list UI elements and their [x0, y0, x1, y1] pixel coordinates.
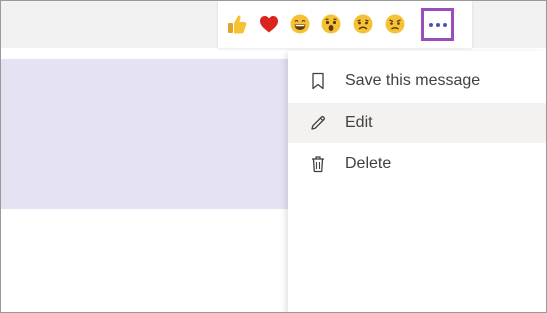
- reaction-bar: [218, 1, 472, 48]
- laughing-face-icon: [290, 14, 310, 34]
- angry-reaction-button[interactable]: [384, 13, 406, 35]
- more-options-icon: [428, 22, 447, 27]
- angry-face-icon: [385, 14, 405, 34]
- sad-reaction-button[interactable]: [352, 13, 374, 35]
- message-bubble[interactable]: [1, 59, 297, 209]
- like-reaction-button[interactable]: [226, 13, 248, 35]
- pencil-icon: [308, 113, 328, 133]
- menu-item-label: Save this message: [345, 72, 481, 89]
- heart-reaction-button[interactable]: [258, 13, 280, 35]
- heart-icon: [260, 16, 278, 33]
- more-options-button[interactable]: [421, 8, 454, 41]
- menu-item-label: Delete: [345, 155, 392, 172]
- menu-item-delete[interactable]: Delete: [288, 144, 546, 184]
- surprised-reaction-button[interactable]: [320, 13, 342, 35]
- bookmark-icon: [308, 71, 328, 91]
- thumbs-up-icon: [228, 15, 247, 34]
- menu-item-label: Edit: [345, 114, 373, 131]
- trash-icon: [308, 154, 328, 174]
- more-options-menu: Save this message Edit Delete: [288, 51, 546, 312]
- menu-item-save-message[interactable]: Save this message: [288, 61, 546, 101]
- menu-item-edit[interactable]: Edit: [288, 103, 546, 143]
- surprised-face-icon: [321, 14, 341, 34]
- sad-face-icon: [353, 14, 373, 34]
- laugh-reaction-button[interactable]: [289, 13, 311, 35]
- teams-message-window: Save this message Edit Delete: [0, 0, 547, 313]
